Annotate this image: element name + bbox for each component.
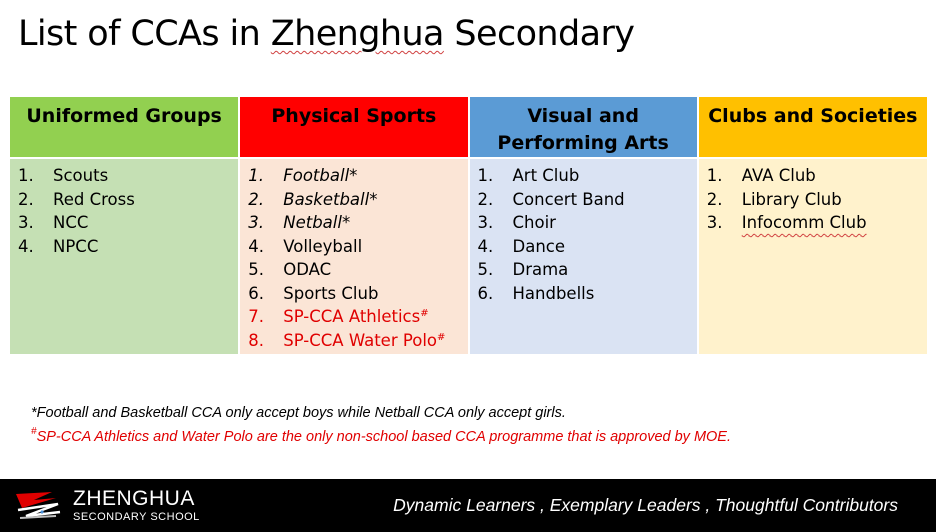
slide-title: List of CCAs in Zhenghua Secondary <box>18 14 635 54</box>
list-item: 7. SP-CCA Athletics# <box>241 305 466 329</box>
header-physical-sports: Physical Sports <box>239 97 470 158</box>
item-label: SP-CCA Water Polo <box>283 330 437 350</box>
item-number: 3. <box>248 213 264 232</box>
item-label: Volleyball <box>283 236 363 256</box>
list-item: 6. Sports Club <box>241 282 466 306</box>
clubs-societies-list: 1. AVA Club 2. Library Club 3. Infocomm Clu… <box>700 164 926 235</box>
item-label: Library Club <box>741 189 842 209</box>
list-item: 2. Concert Band <box>471 188 696 212</box>
header-visual-performing-arts: Visual and Performing Arts <box>468 97 699 158</box>
hash-mark: # <box>31 426 37 437</box>
item-number: 2. <box>706 189 723 209</box>
physical-sports-list: 1. Football* 2. Basketball* 3. Netball* 4. V… <box>241 164 466 352</box>
school-name: ZHENGHUA <box>73 487 195 510</box>
item-number: 1. <box>477 166 494 185</box>
item-label: Choir <box>512 213 556 232</box>
list-item: 3. NCC <box>11 211 237 235</box>
item-label: AVA Club <box>741 166 816 185</box>
item-number: 3. <box>18 213 34 232</box>
list-item: 3. Netball* <box>241 211 466 235</box>
list-item: 1. Football* <box>241 164 466 188</box>
title-prefix: List of CCAs in <box>18 14 271 54</box>
school-subtitle: SECONDARY SCHOOL <box>73 511 200 523</box>
item-label: Red Cross <box>53 189 135 209</box>
physical-sports-cell: 1. Football* 2. Basketball* 3. Netball* 4. V… <box>239 157 470 354</box>
list-item: 5. Drama <box>471 258 696 282</box>
list-item: 1. Scouts <box>11 164 237 188</box>
clubs-societies-cell: 1. AVA Club 2. Library Club 3. Infocomm Clu… <box>697 157 927 354</box>
item-number: 1. <box>248 166 264 185</box>
list-item: 6. Handbells <box>471 282 696 306</box>
item-label: Scouts <box>53 166 109 185</box>
item-number: 4. <box>477 236 494 256</box>
item-label: Infocomm Club <box>741 213 867 232</box>
item-number: 2. <box>18 189 34 209</box>
item-label: Basketball* <box>283 189 378 209</box>
item-number: 5. <box>248 260 264 279</box>
item-number: 2. <box>477 189 494 209</box>
item-number: 3. <box>706 213 723 232</box>
item-label: Dance <box>512 236 566 256</box>
item-label: Football* <box>283 166 358 185</box>
item-number: 2. <box>248 189 264 209</box>
uniformed-groups-list: 1. Scouts 2. Red Cross 3. NCC 4. NPCC <box>11 164 237 258</box>
item-label: NPCC <box>53 236 99 256</box>
footnote-sp-cca-text: SP-CCA Athletics and Water Polo are the … <box>36 429 732 445</box>
list-item: 4. NPCC <box>11 235 237 259</box>
hash-mark: # <box>420 308 429 319</box>
item-label: ODAC <box>283 260 332 279</box>
header-uniformed-groups: Uniformed Groups <box>10 97 241 158</box>
item-number: 6. <box>248 283 264 303</box>
list-item: 2. Library Club <box>700 188 926 212</box>
list-item: 5. ODAC <box>241 258 466 282</box>
footer-bar: ZHENGHUA SECONDARY SCHOOL Dynamic Learne… <box>0 479 936 532</box>
list-item: 3. Choir <box>471 211 696 235</box>
item-number: 4. <box>248 236 264 256</box>
list-item: 1. AVA Club <box>700 164 926 188</box>
footnote-sp-cca: #SP-CCA Athletics and Water Polo are the… <box>31 426 732 445</box>
item-label: Netball* <box>283 213 351 232</box>
item-number: 4. <box>18 236 34 256</box>
item-number: 1. <box>706 166 723 185</box>
header-clubs-societies: Clubs and Societies <box>697 97 927 158</box>
list-item: 4. Dance <box>471 235 696 259</box>
uniformed-groups-cell: 1. Scouts 2. Red Cross 3. NCC 4. NPCC <box>10 157 241 354</box>
item-number: 3. <box>477 213 494 232</box>
item-label: Sports Club <box>283 283 379 303</box>
item-number: 6. <box>477 283 494 303</box>
school-logo-icon <box>12 488 64 524</box>
item-label: Handbells <box>512 283 595 303</box>
visual-performing-arts-cell: 1. Art Club 2. Concert Band 3. Choir 4. Danc… <box>468 157 699 354</box>
title-suffix: Secondary <box>443 14 635 54</box>
list-item: 3. Infocomm Club <box>700 211 926 235</box>
item-label: NCC <box>53 213 89 232</box>
item-label: SP-CCA Athletics <box>283 307 421 326</box>
item-number: 1. <box>18 166 34 185</box>
list-item: 1. Art Club <box>471 164 696 188</box>
list-item: 2. Basketball* <box>241 188 466 212</box>
school-tagline: Dynamic Learners , Exemplary Leaders , T… <box>393 495 898 515</box>
item-label: Drama <box>512 260 569 279</box>
cca-table: Uniformed Groups Physical Sports Visual … <box>10 97 927 354</box>
item-label: Concert Band <box>512 189 625 209</box>
visual-performing-arts-list: 1. Art Club 2. Concert Band 3. Choir 4. Danc… <box>471 164 696 305</box>
item-label: Art Club <box>512 166 580 185</box>
hash-mark: # <box>437 331 446 343</box>
list-item: 8. SP-CCA Water Polo# <box>241 329 466 353</box>
item-number: 7. <box>248 307 264 326</box>
footnote-gender: *Football and Basketball CCA only accept… <box>31 405 566 421</box>
title-school-name: Zhenghua <box>270 14 445 54</box>
item-number: 8. <box>248 330 264 350</box>
list-item: 4. Volleyball <box>241 235 466 259</box>
list-item: 2. Red Cross <box>11 188 237 212</box>
item-number: 5. <box>477 260 494 279</box>
